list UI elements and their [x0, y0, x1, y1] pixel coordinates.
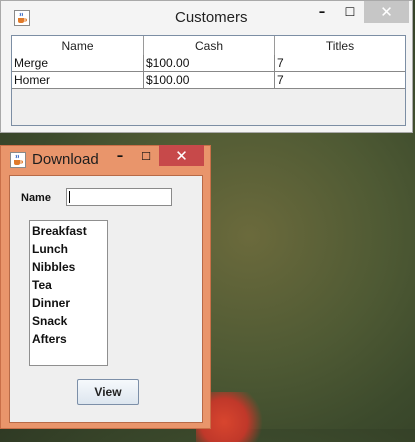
cell-titles[interactable]: 7	[275, 72, 405, 88]
list-item[interactable]: Tea	[32, 276, 52, 294]
column-header-titles[interactable]: Titles	[275, 36, 405, 55]
maximize-button[interactable]: ☐	[133, 145, 159, 167]
minimize-button[interactable]: –	[107, 145, 133, 167]
download-content-panel: Name Breakfast Lunch Nibbles Tea Dinner …	[9, 175, 203, 423]
list-item[interactable]: Dinner	[32, 294, 70, 312]
close-button[interactable]: ✕	[159, 145, 204, 166]
close-button[interactable]: ✕	[364, 1, 409, 23]
download-window: Download – ☐ ✕ Name Breakfast Lunch Nibb…	[0, 145, 211, 429]
name-label: Name	[21, 192, 51, 204]
table-row[interactable]: Homer $100.00 7	[12, 72, 405, 89]
cell-cash[interactable]: $100.00	[144, 72, 275, 88]
list-item[interactable]: Afters	[32, 330, 67, 348]
customers-table[interactable]: Name Cash Titles Merge $100.00 7 Homer $…	[11, 35, 406, 126]
table-header: Name Cash Titles	[12, 36, 405, 56]
maximize-button[interactable]: ☐	[336, 1, 364, 23]
column-header-name[interactable]: Name	[12, 36, 144, 55]
list-item[interactable]: Lunch	[32, 240, 68, 258]
customers-window-title: Customers	[175, 9, 248, 26]
text-caret	[69, 191, 70, 203]
name-input[interactable]	[66, 188, 172, 206]
view-button[interactable]: View	[77, 379, 139, 405]
download-titlebar[interactable]: Download – ☐ ✕	[1, 145, 210, 174]
customers-titlebar[interactable]: Customers – ☐ ✕	[1, 1, 412, 32]
cell-name[interactable]: Merge	[12, 55, 144, 71]
column-header-cash[interactable]: Cash	[144, 36, 275, 55]
java-coffee-cup-icon	[14, 10, 30, 26]
download-window-title: Download	[32, 151, 99, 168]
cell-name[interactable]: Homer	[12, 72, 144, 88]
minimize-button[interactable]: –	[308, 1, 336, 23]
cell-cash[interactable]: $100.00	[144, 55, 275, 71]
list-item[interactable]: Snack	[32, 312, 67, 330]
table-row[interactable]: Merge $100.00 7	[12, 55, 405, 72]
meal-list[interactable]: Breakfast Lunch Nibbles Tea Dinner Snack…	[29, 220, 108, 366]
java-coffee-cup-icon	[10, 152, 26, 168]
customers-window: Customers – ☐ ✕ Name Cash Titles Merge $…	[0, 0, 413, 133]
list-item[interactable]: Breakfast	[32, 222, 87, 240]
list-item[interactable]: Nibbles	[32, 258, 75, 276]
cell-titles[interactable]: 7	[275, 55, 405, 71]
